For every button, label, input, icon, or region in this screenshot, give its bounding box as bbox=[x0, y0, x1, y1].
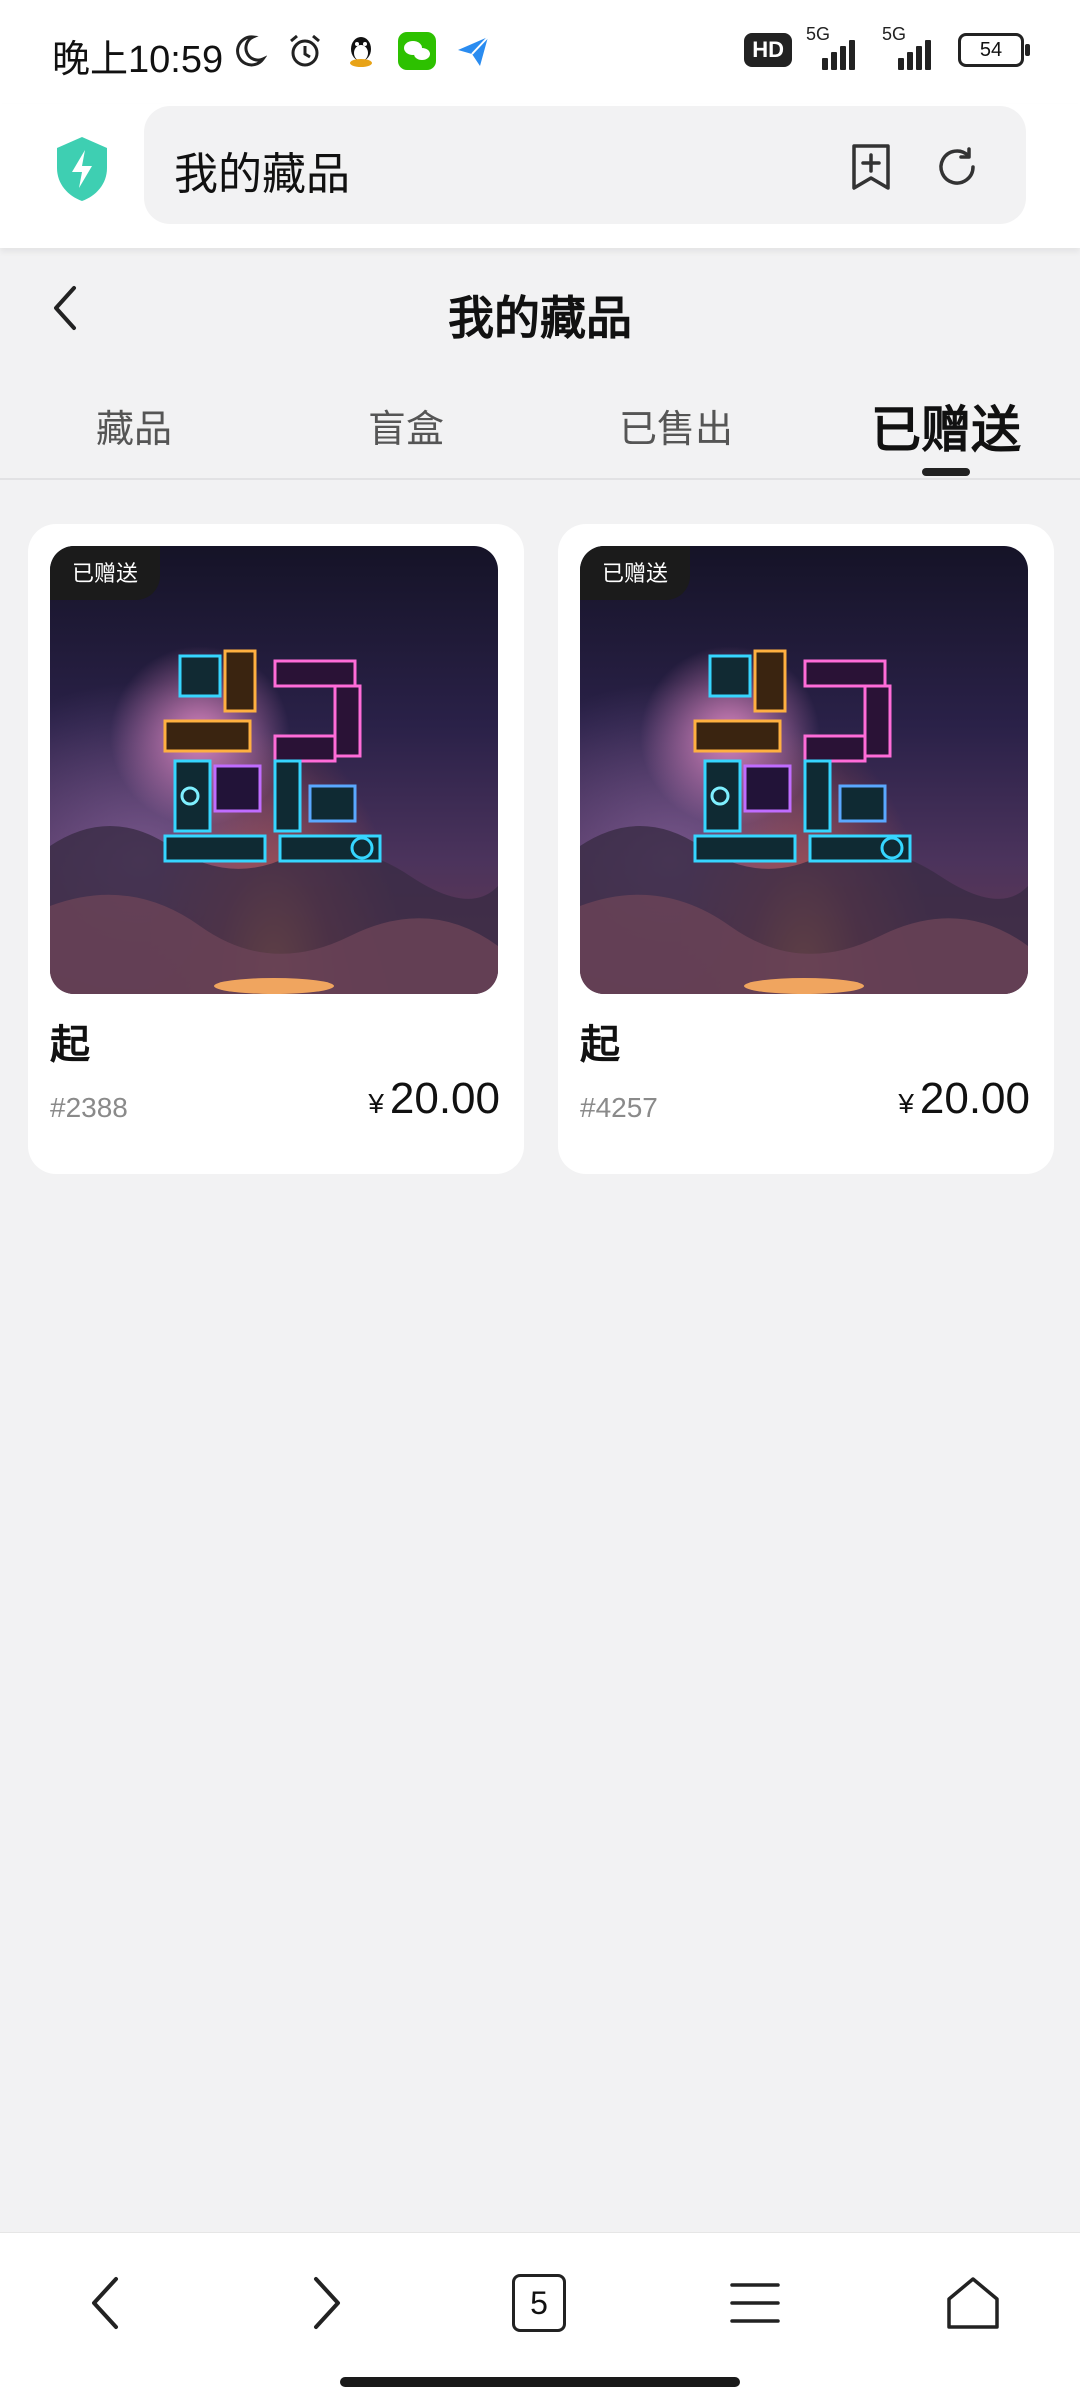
shield-icon[interactable] bbox=[52, 134, 112, 204]
collection-image: 已赠送 bbox=[580, 546, 1028, 994]
status-bar: 晚上10:59 HD 5G 5G 54 bbox=[0, 0, 1080, 104]
network-label: 5G bbox=[882, 24, 907, 44]
alarm-icon bbox=[284, 30, 326, 72]
collection-price: ¥20.00 bbox=[898, 1074, 1030, 1124]
refresh-icon[interactable] bbox=[930, 140, 984, 194]
currency-symbol: ¥ bbox=[898, 1088, 914, 1119]
home-button[interactable] bbox=[928, 2263, 1018, 2343]
collection-card[interactable]: 已赠送 bbox=[558, 524, 1054, 1174]
price-value: 20.00 bbox=[389, 1074, 500, 1123]
artwork-glyph bbox=[50, 646, 498, 994]
page-title: 我的藏品 bbox=[448, 291, 632, 345]
network-label: 5G bbox=[806, 24, 831, 44]
menu-icon bbox=[730, 2283, 780, 2323]
moon-icon bbox=[228, 30, 270, 72]
collection-name: 起 bbox=[580, 1022, 620, 1068]
page-header: 我的藏品 bbox=[0, 248, 1080, 368]
collection-serial: #4257 bbox=[580, 1092, 658, 1123]
chevron-left-icon bbox=[92, 2277, 118, 2329]
browser-bar: 我的藏品 bbox=[0, 104, 1080, 248]
chevron-right-icon bbox=[314, 2277, 340, 2329]
status-notification-icons bbox=[228, 30, 494, 72]
home-icon bbox=[947, 2277, 999, 2329]
tab-sold[interactable]: 已售出 bbox=[576, 398, 776, 453]
add-bookmark-icon[interactable] bbox=[844, 140, 898, 194]
send-icon bbox=[452, 30, 494, 72]
tab-collections[interactable]: 藏品 bbox=[34, 398, 234, 453]
tabs-button[interactable]: 5 bbox=[494, 2263, 584, 2343]
collection-image: 已赠送 bbox=[50, 546, 498, 994]
nav-forward-button[interactable] bbox=[282, 2263, 372, 2343]
collection-name: 起 bbox=[50, 1022, 90, 1068]
address-bar-title: 我的藏品 bbox=[174, 149, 350, 200]
tab-gifted[interactable]: 已赠送 bbox=[846, 390, 1046, 462]
hd-voice-icon: HD bbox=[744, 33, 792, 67]
tab-count: 5 bbox=[512, 2274, 566, 2332]
price-value: 20.00 bbox=[919, 1074, 1030, 1123]
menu-button[interactable] bbox=[710, 2263, 800, 2343]
battery-level: 54 bbox=[979, 38, 1003, 61]
currency-symbol: ¥ bbox=[368, 1088, 384, 1119]
nav-back-button[interactable] bbox=[60, 2263, 150, 2343]
status-time: 晚上10:59 bbox=[52, 39, 224, 81]
tab-blind-box[interactable]: 盲盒 bbox=[306, 398, 506, 453]
artwork-glyph bbox=[580, 646, 1028, 994]
active-tab-indicator bbox=[922, 468, 970, 476]
signal-icon: 5G bbox=[806, 24, 868, 70]
status-system-icons: HD 5G 5G 54 bbox=[744, 24, 1030, 70]
gifted-badge: 已赠送 bbox=[580, 546, 691, 600]
collection-card[interactable]: 已赠送 bbox=[28, 524, 524, 1174]
home-indicator[interactable] bbox=[340, 2377, 740, 2387]
qq-icon bbox=[340, 30, 382, 72]
tab-bar: 藏品 盲盒 已售出 已赠送 bbox=[0, 368, 1080, 480]
browser-bottom-nav: 5 bbox=[0, 2232, 1080, 2401]
address-bar[interactable]: 我的藏品 bbox=[144, 106, 1026, 224]
battery-icon: 54 bbox=[958, 33, 1030, 67]
wechat-icon bbox=[396, 30, 438, 72]
collection-price: ¥20.00 bbox=[368, 1074, 500, 1124]
collection-serial: #2388 bbox=[50, 1092, 128, 1123]
signal-icon: 5G bbox=[882, 24, 944, 70]
gifted-badge: 已赠送 bbox=[50, 546, 161, 600]
